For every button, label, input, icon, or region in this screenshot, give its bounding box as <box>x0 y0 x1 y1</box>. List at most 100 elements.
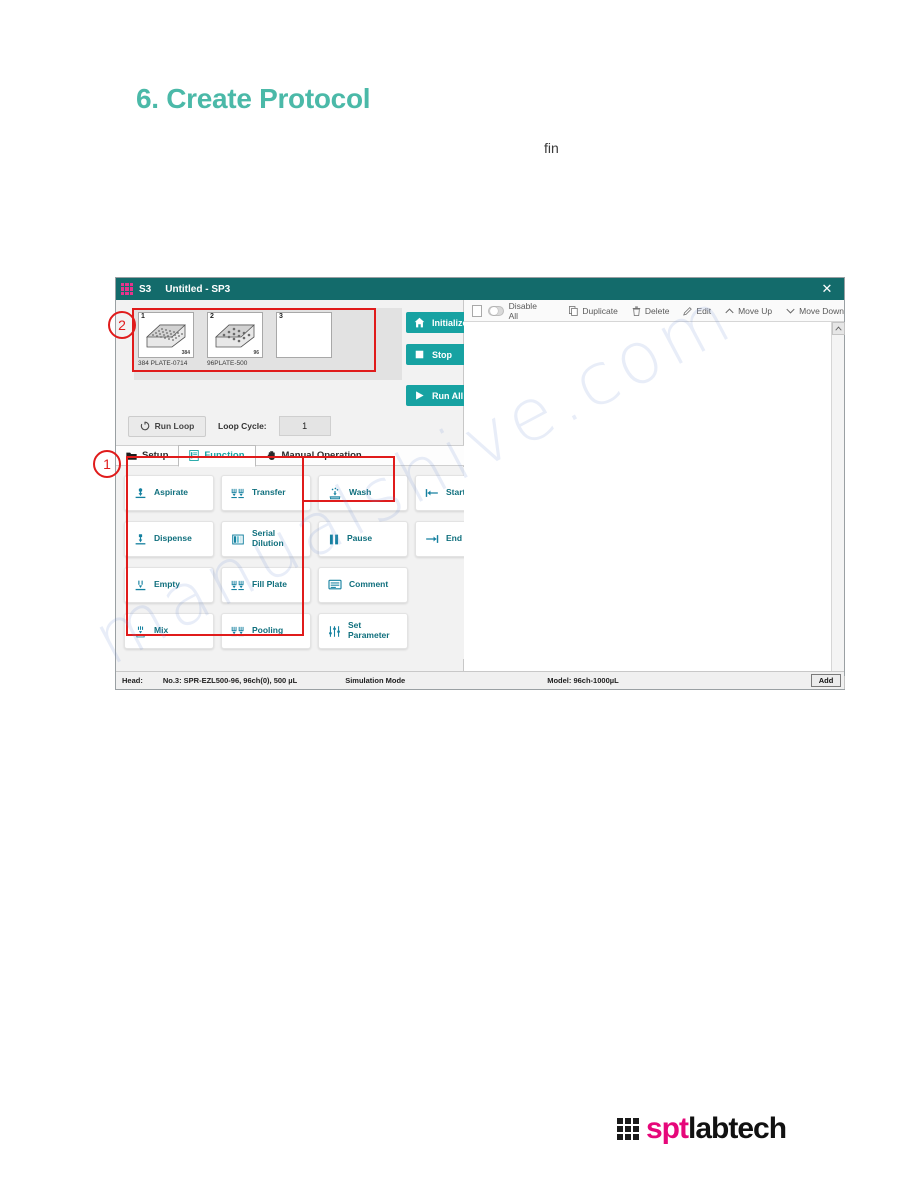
dispense-icon <box>135 533 146 544</box>
loop-cycle-label: Loop Cycle: <box>218 421 267 431</box>
function-button-empty[interactable]: Empty <box>124 567 214 603</box>
plate-label: 96PLATE-500 <box>207 360 248 367</box>
tab-setup-label: Setup <box>142 450 169 461</box>
function-label: Transfer <box>252 487 286 498</box>
function-label-line2: Parameter <box>348 630 390 640</box>
function-button-wash[interactable]: Wash <box>318 475 408 511</box>
status-bar: Head: No.3: SPR-EZL500-96, 96ch(0), 500 … <box>116 671 844 689</box>
wash-icon <box>329 487 341 499</box>
plate-label: 384 PLATE-0714 <box>138 360 188 367</box>
brand-logo: sptlabtech <box>617 1112 787 1146</box>
microplate-icon <box>145 324 187 348</box>
tab-manual-operation-label: Manual Operation <box>281 450 362 461</box>
brand-grid-icon <box>617 1118 639 1140</box>
tab-function[interactable]: Function <box>178 444 256 467</box>
tab-setup[interactable]: Setup <box>116 445 178 466</box>
select-all-checkbox[interactable] <box>472 304 483 317</box>
plate-capacity: 384 <box>181 350 190 356</box>
start-loop-icon <box>425 489 438 497</box>
plate-slot-3[interactable]: 3 <box>276 312 332 358</box>
step-list-scrollbar[interactable] <box>831 322 845 689</box>
function-button-mix[interactable]: Mix <box>124 613 214 649</box>
disable-all-label: Disable All <box>508 300 537 321</box>
function-label: Aspirate <box>154 487 189 498</box>
delete-label: Delete <box>644 305 670 316</box>
left-pane: 1 384 2 96 3 384 PLATE-0714 96PLATE-500 … <box>116 300 505 689</box>
close-icon[interactable]: ✕ <box>810 278 844 300</box>
function-label-wrap: Set Parameter <box>348 620 390 641</box>
annotation-marker-2: 2 <box>108 311 136 339</box>
tab-manual-operation[interactable]: Manual Operation <box>256 445 372 466</box>
function-label-line2: Dilution <box>252 538 284 548</box>
function-label: Pause <box>347 533 373 544</box>
brand-name-labtech: labtech <box>688 1112 787 1145</box>
function-button-pooling[interactable]: Pooling <box>221 613 311 649</box>
function-label-wrap: Serial Dilution <box>252 528 284 549</box>
stop-label: Stop <box>432 349 452 360</box>
duplicate-button[interactable]: Duplicate <box>569 305 618 316</box>
refresh-circle-icon <box>140 421 150 431</box>
function-button-aspirate[interactable]: Aspirate <box>124 475 214 511</box>
function-panel: Aspirate Transfer Wash Start Dispense Se… <box>116 467 505 659</box>
microplate-icon <box>214 324 256 348</box>
application-window: S3 Untitled - SP3 ✕ 1 384 2 96 3 384 PLA… <box>115 277 845 690</box>
function-label: Fill Plate <box>252 579 287 590</box>
hand-icon <box>267 450 275 460</box>
app-short-name: S3 <box>139 283 152 295</box>
protocol-step-list[interactable] <box>464 322 845 689</box>
function-button-transfer[interactable]: Transfer <box>221 475 311 511</box>
edit-label: Edit <box>696 305 712 316</box>
pooling-icon <box>231 626 244 636</box>
function-label: Pooling <box>252 625 284 636</box>
move-up-button[interactable]: Move Up <box>725 306 772 316</box>
function-label: Empty <box>154 579 180 590</box>
function-button-comment[interactable]: Comment <box>318 567 408 603</box>
function-label: Comment <box>349 579 389 590</box>
simulation-mode-label: Simulation Mode <box>345 676 406 685</box>
brand-name: sptlabtech <box>646 1112 787 1146</box>
trash-icon <box>632 306 641 316</box>
loop-control-row: Run Loop Loop Cycle: 1 <box>128 415 390 437</box>
stray-text: fin <box>544 140 559 156</box>
function-button-fill-plate[interactable]: Fill Plate <box>221 567 311 603</box>
plate-deck: 1 384 2 96 3 384 PLATE-0714 96PLATE-500 <box>134 308 402 380</box>
plate-slot-2[interactable]: 2 96 <box>207 312 263 358</box>
loop-cycle-input[interactable]: 1 <box>278 416 331 436</box>
annotation-marker-1: 1 <box>93 450 121 478</box>
plate-row: 1 384 2 96 3 <box>138 312 398 358</box>
disable-all-toggle[interactable] <box>488 305 504 316</box>
move-up-label: Move Up <box>738 305 773 316</box>
pencil-icon <box>683 306 693 316</box>
mix-icon <box>135 625 146 637</box>
plate-label <box>276 360 332 367</box>
window-body: 1 384 2 96 3 384 PLATE-0714 96PLATE-500 … <box>116 300 845 689</box>
run-all-label: Run All <box>432 390 464 401</box>
document-list-icon <box>189 450 200 461</box>
plate-slot-number: 2 <box>210 313 214 320</box>
model-label: Model: 96ch-1000µL <box>547 676 619 685</box>
function-button-pause[interactable]: Pause <box>318 521 408 557</box>
function-button-serial-dilution[interactable]: Serial Dilution <box>221 521 311 557</box>
tab-function-label: Function <box>204 450 245 461</box>
plate-slot-1[interactable]: 1 384 <box>138 312 194 358</box>
edit-button[interactable]: Edit <box>683 306 711 316</box>
home-icon <box>414 317 425 328</box>
delete-button[interactable]: Delete <box>632 305 670 316</box>
function-label: Mix <box>154 625 169 636</box>
function-button-dispense[interactable]: Dispense <box>124 521 214 557</box>
function-label: Wash <box>349 487 372 498</box>
tab-bar: Setup Function Manual Operation <box>116 444 485 467</box>
window-title: Untitled - SP3 <box>165 283 231 295</box>
initialize-label: Initialize <box>432 317 468 328</box>
app-grid-icon <box>121 283 133 295</box>
function-grid: Aspirate Transfer Wash Start Dispense Se… <box>124 475 505 649</box>
run-loop-label: Run Loop <box>154 421 195 431</box>
function-button-set-parameter[interactable]: Set Parameter <box>318 613 408 649</box>
sliders-icon <box>329 625 340 637</box>
duplicate-label: Duplicate <box>582 305 618 316</box>
scroll-up-icon[interactable] <box>832 322 845 335</box>
pause-icon <box>329 534 339 544</box>
move-down-button[interactable]: Move Down <box>786 306 844 316</box>
add-button[interactable]: Add <box>811 674 841 687</box>
run-loop-button[interactable]: Run Loop <box>128 415 206 437</box>
